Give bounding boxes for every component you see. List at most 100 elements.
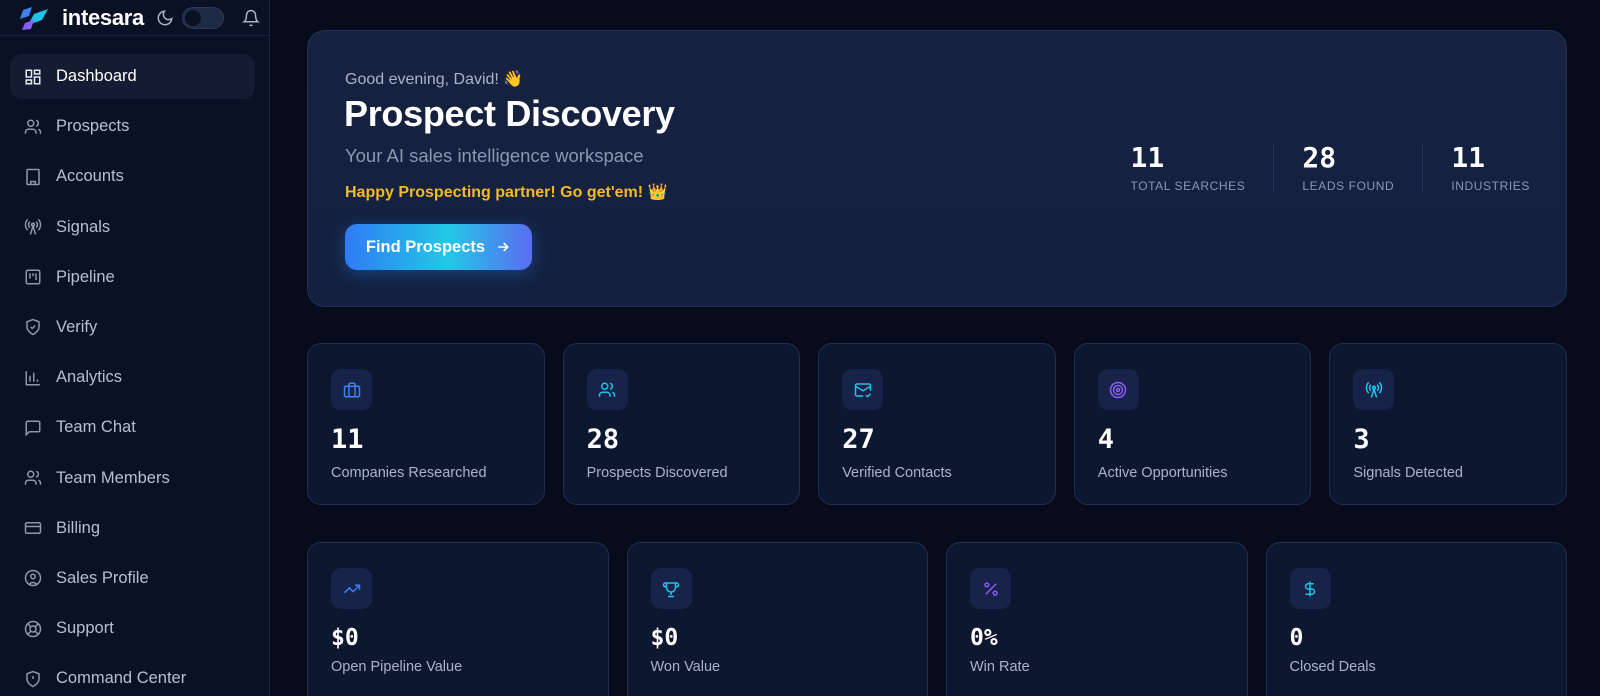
sidebar-nav: Dashboard Prospects Accounts Signals Pip… — [0, 36, 269, 696]
sidebar-item-label: Support — [56, 619, 114, 638]
arrow-right-icon — [495, 239, 511, 255]
building-icon — [24, 168, 42, 186]
metric-label: Signals Detected — [1353, 465, 1463, 481]
sidebar-item-command-center[interactable]: Command Center — [10, 656, 255, 696]
greeting-text: Good evening, David! 👋 — [345, 71, 524, 88]
metric-value: $0 — [331, 625, 359, 651]
intesara-logo-icon — [20, 6, 48, 30]
metric-label: Prospects Discovered — [586, 465, 728, 481]
sidebar-item-label: Sales Profile — [56, 568, 149, 587]
page-subtitle: Your AI sales intelligence workspace — [345, 145, 644, 166]
sidebar-item-verify[interactable]: Verify — [10, 305, 255, 350]
mail-check-icon — [842, 369, 884, 410]
dollar-icon — [1289, 568, 1331, 609]
radio-tower-icon — [1353, 369, 1395, 410]
dashboard-icon — [24, 68, 42, 86]
metric-value: 0% — [970, 625, 998, 651]
sidebar-item-label: Dashboard — [56, 67, 137, 85]
stat-value: 11 — [1451, 141, 1486, 174]
sidebar-item-billing[interactable]: Billing — [10, 506, 255, 551]
sidebar-item-label: Command Center — [56, 669, 187, 688]
sidebar-item-label: Verify — [56, 317, 98, 336]
metric-card-verified-contacts[interactable]: 27 Verified Contacts — [818, 343, 1056, 505]
metric-label: Active Opportunities — [1097, 465, 1228, 481]
stat-total-searches: 11 TOTAL SEARCHES — [1130, 141, 1273, 194]
metric-value: 27 — [842, 424, 875, 455]
sidebar-item-label: Pipeline — [56, 267, 115, 286]
sidebar-item-label: Team Members — [56, 468, 170, 487]
sidebar-item-sales-profile[interactable]: Sales Profile — [10, 556, 255, 601]
sidebar-item-label: Team Chat — [56, 418, 136, 437]
stat-caption: LEADS FOUND — [1302, 179, 1395, 193]
sidebar-item-signals[interactable]: Signals — [10, 205, 255, 250]
brand-bar: intesara — [0, 0, 269, 36]
metric-card-won-value[interactable]: $0 Won Value — [626, 542, 928, 696]
toggle-knob — [184, 9, 201, 26]
stat-value: 28 — [1302, 141, 1337, 174]
metric-label: Companies Researched — [331, 465, 487, 481]
percent-icon — [970, 568, 1011, 609]
sidebar-item-label: Signals — [56, 217, 111, 236]
sidebar-item-label: Analytics — [56, 368, 123, 387]
bell-icon[interactable] — [241, 8, 262, 28]
metric-value: 0 — [1289, 625, 1304, 651]
users-icon — [24, 469, 42, 487]
hero-stats: 11 TOTAL SEARCHES 28 LEADS FOUND 11 INDU… — [1130, 143, 1530, 193]
bar-chart-icon — [24, 369, 42, 387]
sidebar-item-pipeline[interactable]: Pipeline — [10, 255, 255, 300]
metric-card-win-rate[interactable]: 0% Win Rate — [946, 542, 1248, 696]
sidebar-item-analytics[interactable]: Analytics — [10, 355, 255, 400]
users-icon — [586, 369, 628, 410]
sidebar-item-label: Accounts — [56, 167, 124, 186]
trending-up-icon — [331, 568, 372, 609]
message-icon — [24, 419, 42, 437]
credit-card-icon — [24, 519, 42, 537]
target-icon — [1097, 369, 1139, 410]
metric-label: Open Pipeline Value — [331, 659, 463, 675]
sidebar-item-label: Billing — [56, 518, 101, 537]
shield-alert-icon — [24, 670, 42, 688]
motivation-text: Happy Prospecting partner! Go get'em! 👑 — [345, 184, 668, 201]
sidebar-item-label: Prospects — [56, 117, 130, 136]
stat-leads-found: 28 LEADS FOUND — [1273, 143, 1422, 193]
metric-card-companies-researched[interactable]: 11 Companies Researched — [307, 343, 545, 505]
metric-value: 11 — [331, 424, 364, 455]
stat-industries: 11 INDUSTRIES — [1422, 143, 1530, 193]
moon-icon[interactable] — [156, 8, 176, 28]
sidebar-item-prospects[interactable]: Prospects — [10, 104, 255, 149]
lifebuoy-icon — [24, 620, 42, 638]
sidebar: intesara Dashboard Prospects Accounts Si… — [0, 0, 270, 696]
find-prospects-label: Find Prospects — [365, 237, 486, 256]
stat-caption: TOTAL SEARCHES — [1130, 179, 1246, 193]
users-icon — [24, 118, 42, 136]
metric-card-active-opportunities[interactable]: 4 Active Opportunities — [1073, 343, 1312, 505]
sidebar-item-accounts[interactable]: Accounts — [10, 154, 255, 199]
metric-card-signals-detected[interactable]: 3 Signals Detected — [1329, 343, 1567, 505]
hero-panel: Good evening, David! 👋 Prospect Discover… — [307, 30, 1567, 307]
sidebar-item-team-members[interactable]: Team Members — [10, 456, 255, 501]
metric-label: Won Value — [650, 659, 721, 675]
metric-value: 3 — [1353, 424, 1370, 455]
metric-value: $0 — [650, 625, 679, 651]
metric-label: Win Rate — [970, 659, 1030, 675]
metric-value: 4 — [1097, 424, 1115, 455]
page-title: Prospect Discovery — [344, 93, 675, 134]
sidebar-item-team-chat[interactable]: Team Chat — [10, 405, 255, 450]
metrics-row-activity: 11 Companies Researched 28 Prospects Dis… — [307, 343, 1567, 505]
user-circle-icon — [24, 569, 42, 587]
stat-caption: INDUSTRIES — [1451, 179, 1530, 193]
theme-toggle[interactable] — [181, 6, 224, 29]
metric-card-prospects-discovered[interactable]: 28 Prospects Discovered — [562, 343, 801, 505]
metric-card-closed-deals[interactable]: 0 Closed Deals — [1265, 542, 1567, 696]
briefcase-icon — [331, 369, 372, 410]
brand-name: intesara — [62, 4, 144, 30]
radio-tower-icon — [24, 218, 42, 236]
shield-check-icon — [24, 318, 42, 336]
metric-card-open-pipeline-value[interactable]: $0 Open Pipeline Value — [307, 542, 609, 696]
sidebar-item-dashboard[interactable]: Dashboard — [10, 54, 255, 99]
metric-label: Verified Contacts — [842, 465, 952, 481]
metrics-row-revenue: $0 Open Pipeline Value $0 Won Value 0% W… — [307, 542, 1567, 696]
find-prospects-button[interactable]: Find Prospects — [345, 224, 532, 270]
sidebar-item-support[interactable]: Support — [10, 606, 255, 651]
stat-value: 11 — [1130, 141, 1165, 174]
